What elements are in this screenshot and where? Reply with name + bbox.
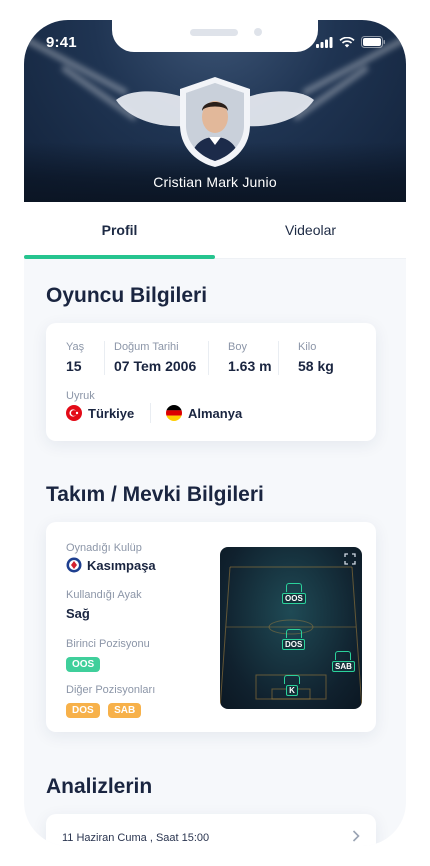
chevron-right-icon xyxy=(352,830,360,842)
player-info-card: Yaş 15 Doğum Tarihi 07 Tem 2006 Boy 1.63… xyxy=(46,323,376,441)
battery-icon xyxy=(361,36,385,48)
divider xyxy=(208,341,209,375)
other-positions-label: Diğer Pozisyonları xyxy=(66,684,156,696)
country-name: Türkiye xyxy=(88,405,135,421)
weight-value: 58 kg xyxy=(298,358,334,374)
foot-label: Kullandığı Ayak xyxy=(66,589,142,601)
marker-label: K xyxy=(286,685,298,696)
position-pill: OOS xyxy=(66,657,101,672)
wifi-icon xyxy=(339,36,355,47)
camera xyxy=(254,28,262,36)
primary-position-label: Birinci Pozisyonu xyxy=(66,638,150,650)
height-label: Boy xyxy=(228,341,247,353)
position-pitch[interactable]: OOS DOS SAB K xyxy=(220,547,362,709)
pitch-marker-sab: SAB xyxy=(332,651,355,672)
club-logo-icon xyxy=(66,557,82,573)
position-pill: SAB xyxy=(108,703,142,718)
marker-label: OOS xyxy=(282,593,306,604)
primary-position-pills: OOS xyxy=(66,654,104,672)
club-row: Kasımpaşa xyxy=(66,557,156,573)
team-info-title: Takım / Mevki Bilgileri xyxy=(46,483,264,506)
height-stat: Boy 1.63 m xyxy=(228,341,272,374)
phone-screen: Cristian Mark Junio 9:41 Profil Videolar… xyxy=(24,20,406,846)
foot-value: Sağ xyxy=(66,606,90,621)
birth-date-value: 07 Tem 2006 xyxy=(114,358,197,374)
country-name: Almanya xyxy=(188,405,243,421)
player-name: Cristian Mark Junio xyxy=(153,174,277,190)
profile-tabs: Profil Videolar xyxy=(24,202,406,259)
age-value: 15 xyxy=(66,358,82,374)
other-positions-pills: DOS SAB xyxy=(66,700,145,718)
player-avatar-badge xyxy=(180,77,250,167)
weight-label: Kilo xyxy=(298,341,317,353)
team-info-card: Oynadığı Kulüp Kasımpaşa Kullandığı Ayak… xyxy=(46,522,376,732)
nationality-almanya: Almanya xyxy=(166,405,242,421)
device-notch xyxy=(112,20,318,52)
position-pill: DOS xyxy=(66,703,100,718)
player-info-title: Oyuncu Bilgileri xyxy=(46,284,208,307)
age-label: Yaş xyxy=(66,341,85,353)
divider xyxy=(278,341,279,375)
status-icons xyxy=(316,36,386,48)
tab-videolar[interactable]: Videolar xyxy=(215,202,406,258)
active-tab-indicator xyxy=(24,255,215,259)
pitch-marker-k: K xyxy=(284,675,300,696)
weight-stat: Kilo 58 kg xyxy=(298,341,334,374)
club-value: Kasımpaşa xyxy=(87,557,156,573)
status-bar: 9:41 xyxy=(24,20,406,64)
analyses-title: Analizlerin xyxy=(46,775,153,798)
age-stat: Yaş 15 xyxy=(66,341,84,374)
turkey-flag-icon xyxy=(66,405,82,421)
germany-flag-icon xyxy=(166,405,182,421)
signal-icon xyxy=(316,36,333,48)
pitch-marker-oos: OOS xyxy=(282,583,306,604)
analysis-list-item[interactable]: 11 Haziran Cuma , Saat 15:00 xyxy=(46,814,376,846)
divider xyxy=(104,341,105,375)
pitch-marker-dos: DOS xyxy=(282,629,306,650)
height-value: 1.63 m xyxy=(228,358,272,374)
marker-label: SAB xyxy=(332,661,355,672)
nationality-turkiye: Türkiye xyxy=(66,405,134,421)
nationality-label: Uyruk xyxy=(66,390,95,402)
expand-icon[interactable] xyxy=(344,553,356,565)
tab-profil[interactable]: Profil xyxy=(24,202,215,258)
analysis-date: 11 Haziran Cuma , Saat 15:00 xyxy=(62,832,210,844)
divider xyxy=(150,403,151,423)
birth-date-stat: Doğum Tarihi 07 Tem 2006 xyxy=(114,341,196,374)
club-label: Oynadığı Kulüp xyxy=(66,542,142,554)
birth-date-label: Doğum Tarihi xyxy=(114,341,179,353)
speaker xyxy=(190,29,238,36)
marker-label: DOS xyxy=(282,639,306,650)
status-time: 9:41 xyxy=(46,34,77,51)
